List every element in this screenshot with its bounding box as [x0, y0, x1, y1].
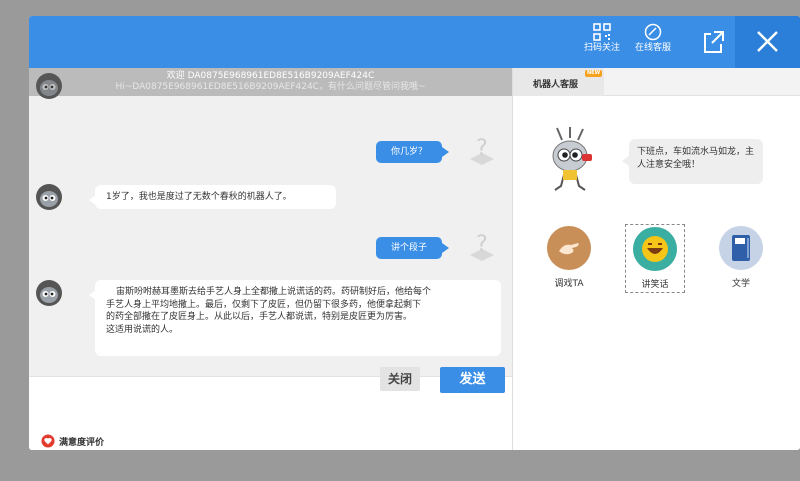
- header-bar: 扫码关注 在线客服: [29, 16, 800, 68]
- laughing-face-icon: [633, 227, 677, 271]
- close-window-button[interactable]: [735, 16, 800, 68]
- scan-follow-button[interactable]: 扫码关注: [584, 22, 620, 53]
- welcome-title: 欢迎 DA0875E968961ED8E516B9209AEF424C: [166, 71, 375, 81]
- qr-code-icon: [593, 23, 611, 41]
- tile-tease-label: 调戏TA: [554, 279, 584, 289]
- hands-icon: [547, 226, 591, 270]
- user-avatar-icon: ?: [470, 232, 494, 261]
- send-button[interactable]: 发送: [440, 367, 505, 393]
- bot-avatar: [36, 184, 62, 210]
- tile-tease[interactable]: 调戏TA: [539, 226, 599, 289]
- heart-rating-icon: [41, 434, 55, 448]
- user-message: 你几岁？: [376, 141, 449, 163]
- side-tab-bar: 机器人客服 NEW: [513, 68, 800, 96]
- svg-text:?: ?: [476, 232, 488, 257]
- tab-robot-service-label: 机器人客服: [533, 80, 579, 90]
- bot-avatar: [36, 280, 62, 306]
- joke-line: 的药全部撒在了皮匠身上。从此以后，手艺人都说谎，特别是皮匠更为厉害。: [106, 312, 413, 322]
- close-icon: [757, 31, 778, 52]
- bot-message: 1岁了，我也是度过了无数个春秋的机器人了。: [89, 185, 336, 209]
- joke-line: 宙斯吩咐赫耳墨斯去给手艺人身上全都撒上说谎话的药。药研制好后，他给每个: [116, 287, 432, 297]
- external-window-icon: [704, 31, 724, 53]
- tile-literature-label: 文学: [731, 279, 750, 289]
- close-chat-button[interactable]: 关闭: [380, 367, 420, 391]
- chat-window: 扫码关注 在线客服 欢迎 DA0875E968961ED8E516B9209AE…: [29, 16, 800, 450]
- new-badge: NEW: [585, 70, 603, 77]
- user-avatar-icon: ?: [470, 136, 494, 165]
- book-icon: [719, 226, 763, 270]
- joke-line: 这适用说谎的人。: [106, 324, 179, 335]
- service-chat-icon: [644, 23, 662, 41]
- tile-joke[interactable]: 讲笑话: [625, 224, 685, 293]
- robot-greeting: 下班点，车如流水马如龙，主人注意安全哦！: [622, 139, 763, 184]
- chat-panel: 欢迎 DA0875E968961ED8E516B9209AEF424C Hi~D…: [29, 68, 512, 450]
- tile-joke-label: 讲笑话: [641, 280, 669, 290]
- online-service-label: 在线客服: [635, 43, 672, 53]
- robot-mascot: [552, 127, 592, 191]
- satisfaction-label: 满意度评价: [59, 437, 105, 448]
- welcome-banner: 欢迎 DA0875E968961ED8E516B9209AEF424C Hi~D…: [29, 68, 512, 96]
- tab-robot-service[interactable]: 机器人客服 NEW: [513, 68, 604, 96]
- welcome-greeting: Hi~DA0875E968961ED8E516B9209AEF424C，有什么问…: [115, 82, 426, 92]
- scan-follow-label: 扫码关注: [584, 43, 621, 53]
- joke-line: 手艺人身上平均地撒上。最后，仅剩下了皮匠，但仍留下很多药，他便拿起剩下: [106, 299, 422, 310]
- tile-literature[interactable]: 文学: [711, 226, 771, 289]
- side-panel: 机器人客服 NEW 下班点，车如流水马如龙，主人注意安全哦！ 调戏TA 讲笑话 …: [512, 68, 800, 450]
- user-message: 讲个段子: [376, 237, 449, 259]
- satisfaction-rating-link[interactable]: 满意度评价: [41, 434, 104, 448]
- svg-text:?: ?: [476, 136, 488, 161]
- bot-joke-message: 宙斯吩咐赫耳墨斯去给手艺人身上全都撒上说谎话的药。药研制好后，他给每个 手艺人身…: [89, 280, 501, 356]
- online-service-button[interactable]: 在线客服: [635, 22, 671, 53]
- popout-button[interactable]: [699, 26, 727, 58]
